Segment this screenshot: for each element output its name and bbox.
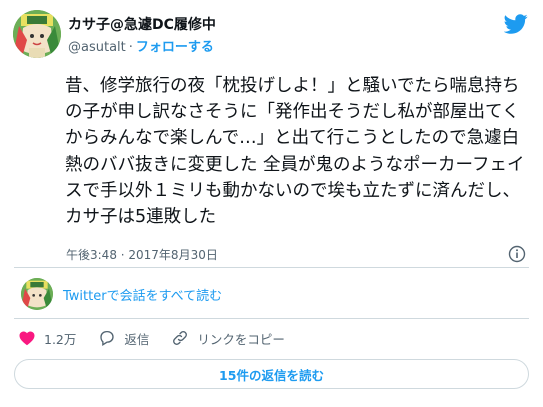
copy-link-label: リンクをコピー [197,331,285,347]
like-count: 1.2万 [44,331,77,347]
speech-bubble-icon [100,330,115,346]
tweet-text: 昔、修学旅行の夜「枕投げしよ！」と騒いでたら喘息持ちの子が申し訳なさそうに「発作… [65,76,525,228]
reply-button[interactable]: 返信 [98,329,149,348]
divider [14,267,529,268]
like-button[interactable]: 1.2万 [18,329,76,348]
author-display-name[interactable]: カサ子@急遽DC履修中 [68,14,216,34]
author-handle-row: @asutalt · フォローする [68,36,214,55]
copy-link-button[interactable]: リンクをコピー [171,329,285,348]
reply-label: 返信 [124,331,150,347]
tweet-embed-card: カサ子@急遽DC履修中 @asutalt · フォローする 昔、修学旅行の夜「枕投げ… [0,0,543,407]
tweet-timestamp[interactable]: 午後3:48 · 2017年8月30日 [66,246,218,263]
conversation-avatar [21,278,53,310]
divider [14,318,529,319]
author-handle[interactable]: @asutalt [68,40,126,55]
heart-icon [19,331,35,346]
author-avatar[interactable] [13,10,61,58]
link-icon [173,331,188,345]
action-bar: 1.2万 返信 リンクをコピー [18,327,307,349]
info-icon[interactable] [508,245,526,263]
follow-button[interactable]: フォローする [136,40,214,55]
twitter-bird-icon[interactable] [503,12,528,36]
separator-dot: · [128,40,133,55]
read-conversation-link[interactable]: Twitterで会話をすべて読む [63,285,222,304]
read-replies-button[interactable]: 15件の返信を読む [14,359,529,389]
